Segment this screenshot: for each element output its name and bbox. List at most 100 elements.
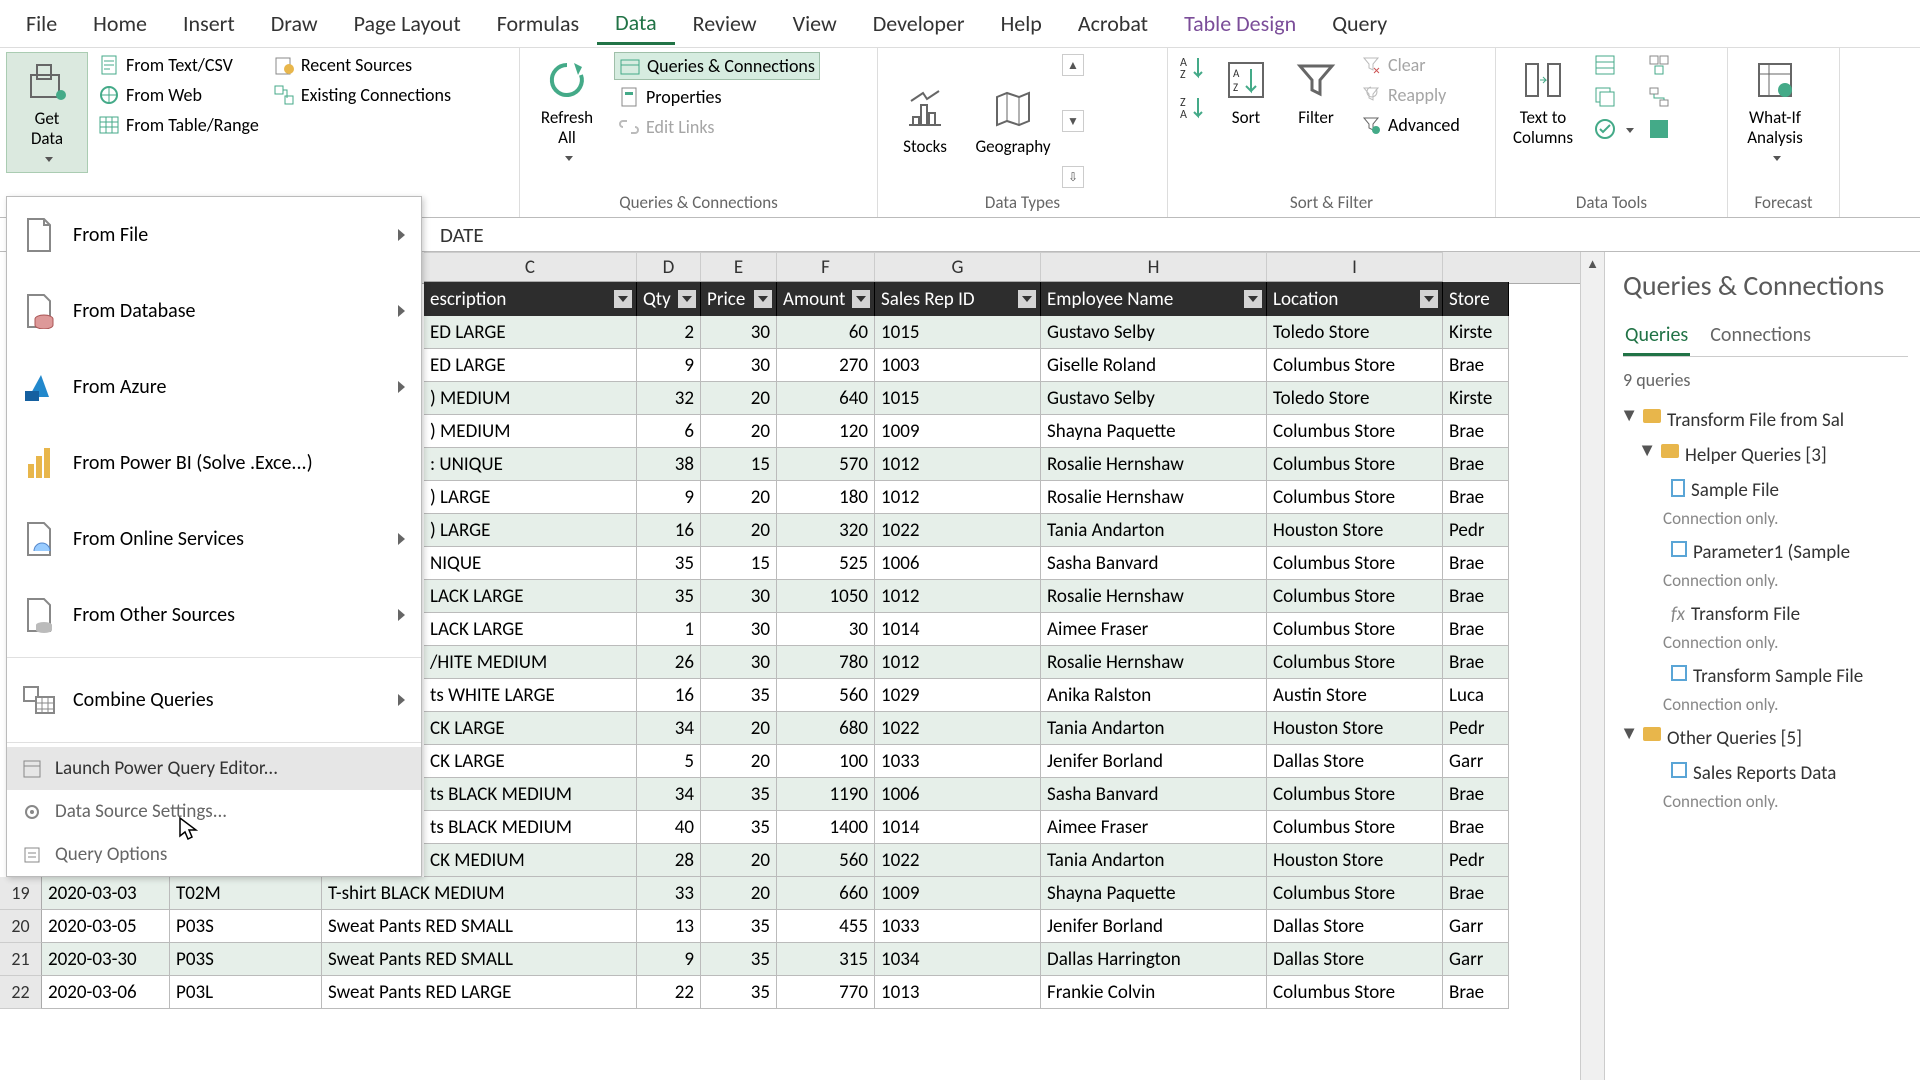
th-qty[interactable]: Qty <box>637 282 701 316</box>
filter-icon[interactable] <box>1018 290 1036 308</box>
menu-query-options[interactable]: Query Options <box>7 833 421 876</box>
menu-combine-queries[interactable]: Combine Queries <box>7 662 421 738</box>
table-row[interactable]: ts BLACK MEDIUM403514001014Aimee FraserC… <box>424 811 1509 844</box>
table-row[interactable]: ED LARGE230601015Gustavo SelbyToledo Sto… <box>424 316 1509 349</box>
col-f[interactable]: F <box>777 253 875 281</box>
menu-launch-power-query[interactable]: Launch Power Query Editor... <box>7 747 421 790</box>
table-row[interactable]: 212020-03-30P03SSweat Pants RED SMALL935… <box>0 943 1509 976</box>
col-e[interactable]: E <box>701 253 777 281</box>
existing-connections-button[interactable]: Existing Connections <box>269 82 455 108</box>
tab-table-design[interactable]: Table Design <box>1166 4 1314 43</box>
tab-review[interactable]: Review <box>675 4 775 43</box>
tab-formulas[interactable]: Formulas <box>479 4 597 43</box>
th-price[interactable]: Price <box>701 282 777 316</box>
from-web-button[interactable]: From Web <box>94 82 263 108</box>
advanced-filter-button[interactable]: Advanced <box>1356 112 1464 138</box>
filter-icon[interactable] <box>852 290 870 308</box>
tree-item-transform-sample[interactable]: Transform Sample File <box>1671 659 1908 694</box>
menu-from-powerbi[interactable]: From Power BI (Solve .Exce...) <box>7 425 421 501</box>
panel-tab-queries[interactable]: Queries <box>1623 317 1690 356</box>
get-data-button[interactable]: Get Data <box>6 52 88 173</box>
table-row[interactable]: 202020-03-05P03SSweat Pants RED SMALL133… <box>0 910 1509 943</box>
properties-button[interactable]: Properties <box>614 84 820 110</box>
table-row[interactable]: CK LARGE34206801022Tania AndartonHouston… <box>424 712 1509 745</box>
th-employee-name[interactable]: Employee Name <box>1041 282 1267 316</box>
flash-fill-button[interactable] <box>1590 52 1638 78</box>
tab-developer[interactable]: Developer <box>855 4 983 43</box>
text-to-columns-button[interactable]: Text to Columns <box>1502 52 1584 151</box>
sort-asc-button[interactable]: AZ <box>1174 52 1210 82</box>
table-row[interactable]: CK MEDIUM28205601022Tania AndartonHousto… <box>424 844 1509 877</box>
filter-icon[interactable] <box>754 290 772 308</box>
table-row[interactable]: LACK LARGE353010501012Rosalie HernshawCo… <box>424 580 1509 613</box>
refresh-all-button[interactable]: Refresh All <box>526 52 608 171</box>
tab-file[interactable]: File <box>8 4 75 43</box>
tab-query[interactable]: Query <box>1314 4 1405 43</box>
filter-button[interactable]: Filter <box>1282 52 1350 132</box>
tab-insert[interactable]: Insert <box>165 4 253 43</box>
tree-group-transform[interactable]: ▶Transform File from Sal <box>1623 403 1908 438</box>
table-row[interactable]: ) LARGE16203201022Tania AndartonHouston … <box>424 514 1509 547</box>
menu-data-source-settings[interactable]: Data Source Settings... <box>7 790 421 833</box>
tree-item-sample-file[interactable]: Sample File <box>1671 473 1908 508</box>
table-row[interactable]: ts BLACK MEDIUM343511901006Sasha Banvard… <box>424 778 1509 811</box>
tree-item-parameter1[interactable]: Parameter1 (Sample <box>1671 535 1908 570</box>
th-location[interactable]: Location <box>1267 282 1443 316</box>
queries-connections-toggle[interactable]: Queries & Connections <box>614 52 820 80</box>
from-table-range-button[interactable]: From Table/Range <box>94 112 263 138</box>
table-row[interactable]: ) MEDIUM6201201009Shayna PaquetteColumbu… <box>424 415 1509 448</box>
table-row[interactable]: LACK LARGE130301014Aimee FraserColumbus … <box>424 613 1509 646</box>
menu-from-database[interactable]: From Database <box>7 273 421 349</box>
menu-from-online-services[interactable]: From Online Services <box>7 501 421 577</box>
tab-view[interactable]: View <box>775 4 855 43</box>
sort-desc-button[interactable]: ZA <box>1174 92 1210 122</box>
th-store[interactable]: Store <box>1443 282 1509 316</box>
th-amount[interactable]: Amount <box>777 282 875 316</box>
th-sales-rep-id[interactable]: Sales Rep ID <box>875 282 1041 316</box>
vertical-scrollbar[interactable]: ▲ <box>1580 252 1604 1080</box>
col-c[interactable]: C <box>424 253 637 281</box>
menu-from-file[interactable]: From File <box>7 197 421 273</box>
col-i[interactable]: I <box>1267 253 1443 281</box>
col-g[interactable]: G <box>875 253 1041 281</box>
recent-sources-button[interactable]: Recent Sources <box>269 52 455 78</box>
datatype-down-button[interactable]: ▼ <box>1062 110 1084 132</box>
table-row[interactable]: : UNIQUE38155701012Rosalie HernshawColum… <box>424 448 1509 481</box>
col-h[interactable]: H <box>1041 253 1267 281</box>
sort-button[interactable]: AZSort <box>1216 52 1276 132</box>
tab-draw[interactable]: Draw <box>253 4 336 43</box>
tree-item-sales-reports[interactable]: Sales Reports Data <box>1671 756 1908 791</box>
filter-icon[interactable] <box>1244 290 1262 308</box>
table-row[interactable]: 222020-03-06P03LSweat Pants RED LARGE223… <box>0 976 1509 1009</box>
filter-icon[interactable] <box>614 290 632 308</box>
remove-duplicates-button[interactable] <box>1590 84 1638 110</box>
scroll-up-button[interactable]: ▲ <box>1581 252 1604 276</box>
table-row[interactable]: NIQUE35155251006Sasha BanvardColumbus St… <box>424 547 1509 580</box>
tab-help[interactable]: Help <box>983 4 1060 43</box>
panel-tab-connections[interactable]: Connections <box>1708 317 1813 356</box>
tab-home[interactable]: Home <box>75 4 165 43</box>
what-if-analysis-button[interactable]: What-If Analysis <box>1734 52 1816 171</box>
geography-button[interactable]: Geography <box>972 81 1054 161</box>
tab-acrobat[interactable]: Acrobat <box>1060 4 1166 43</box>
menu-from-azure[interactable]: From Azure <box>7 349 421 425</box>
data-validation-button[interactable] <box>1590 116 1638 142</box>
datatype-more-button[interactable]: ⇩ <box>1062 166 1084 188</box>
tab-page-layout[interactable]: Page Layout <box>336 4 479 43</box>
stocks-button[interactable]: Stocks <box>884 81 966 161</box>
filter-icon[interactable] <box>678 290 696 308</box>
table-row[interactable]: 192020-03-03T02MT-shirt BLACK MEDIUM3320… <box>0 877 1509 910</box>
col-d[interactable]: D <box>637 253 701 281</box>
tree-group-helper[interactable]: ▶Helper Queries [3] <box>1641 438 1908 473</box>
datatype-up-button[interactable]: ▲ <box>1062 54 1084 76</box>
from-text-csv-button[interactable]: From Text/CSV <box>94 52 263 78</box>
table-row[interactable]: /HITE MEDIUM26307801012Rosalie HernshawC… <box>424 646 1509 679</box>
table-row[interactable]: ts WHITE LARGE16355601029Anika RalstonAu… <box>424 679 1509 712</box>
th-description[interactable]: escription <box>424 282 637 316</box>
menu-from-other-sources[interactable]: From Other Sources <box>7 577 421 653</box>
tab-data[interactable]: Data <box>597 3 675 45</box>
consolidate-button[interactable] <box>1644 52 1674 78</box>
table-row[interactable]: ED LARGE9302701003Giselle RolandColumbus… <box>424 349 1509 382</box>
filter-icon[interactable] <box>1420 290 1438 308</box>
tree-item-transform-file[interactable]: fxTransform File <box>1671 597 1908 632</box>
